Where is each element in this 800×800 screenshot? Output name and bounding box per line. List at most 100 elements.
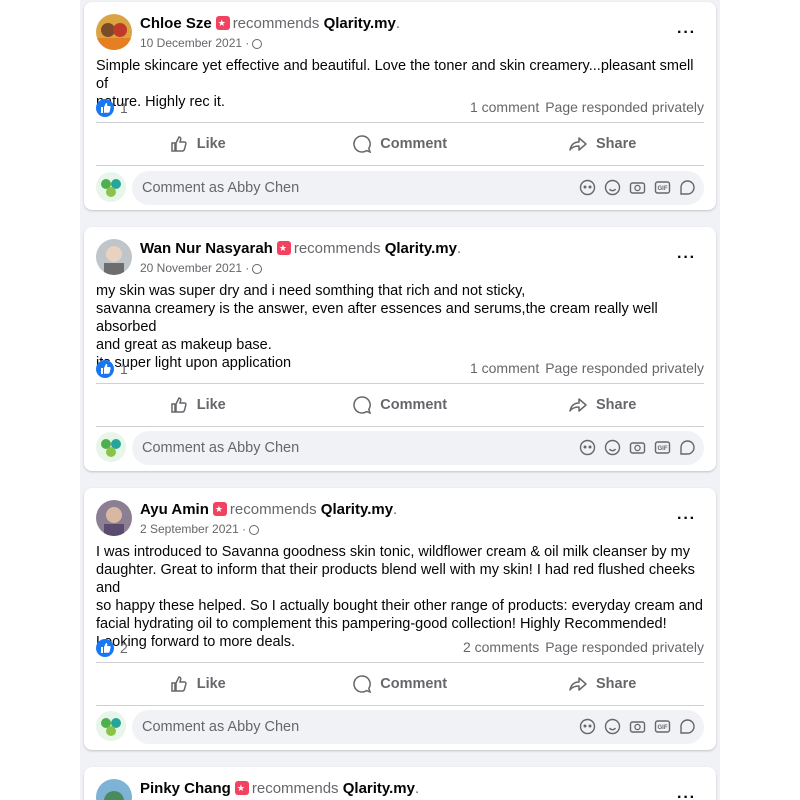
share-button[interactable]: Share	[501, 123, 703, 165]
avatar-sticker-icon[interactable]	[579, 439, 596, 456]
reviews-feed: Chloe Szerecommends Qlarity.my. 10 Decem…	[80, 0, 720, 800]
recommend-icon	[276, 241, 291, 255]
camera-icon[interactable]	[629, 179, 646, 196]
post-actions: Like Comment Share	[96, 122, 704, 166]
recommend-icon	[215, 16, 230, 30]
globe-icon	[252, 264, 263, 274]
more-options-icon[interactable]: ···	[677, 249, 696, 267]
comment-button[interactable]: Comment	[298, 123, 500, 165]
like-reaction-icon[interactable]	[96, 99, 114, 117]
author-line: Wan Nur Nasyarahrecommends Qlarity.my.	[140, 240, 461, 257]
like-button[interactable]: Like	[96, 663, 298, 705]
comment-input[interactable]: Comment as Abby Chen GIF	[132, 431, 704, 465]
page-name-link[interactable]: Qlarity.my	[324, 15, 396, 32]
svg-text:GIF: GIF	[658, 186, 668, 192]
gif-icon[interactable]: GIF	[654, 439, 671, 456]
avatar[interactable]	[96, 239, 132, 275]
more-options-icon[interactable]: ···	[677, 24, 696, 42]
author-name[interactable]: Pinky Chang	[140, 780, 231, 797]
thumbs-up-icon	[170, 397, 187, 413]
post-header: Chloe Szerecommends Qlarity.my. 10 Decem…	[96, 14, 704, 54]
like-count[interactable]: 2	[120, 640, 128, 656]
globe-icon	[249, 525, 260, 535]
like-reaction-icon[interactable]	[96, 360, 114, 378]
share-button[interactable]: Share	[501, 663, 703, 705]
sticker-icon[interactable]	[679, 439, 696, 456]
more-options-icon[interactable]: ···	[677, 510, 696, 528]
responded-status: Page responded privately	[545, 360, 704, 376]
comment-button[interactable]: Comment	[298, 384, 500, 426]
comment-count[interactable]: 1 comment	[470, 360, 539, 376]
comment-button[interactable]: Comment	[298, 663, 500, 705]
emoji-icon[interactable]	[604, 179, 621, 196]
sticker-icon[interactable]	[679, 179, 696, 196]
like-reaction-icon[interactable]	[96, 639, 114, 657]
like-count[interactable]: 1	[120, 361, 128, 377]
gif-icon[interactable]: GIF	[654, 179, 671, 196]
camera-icon[interactable]	[629, 718, 646, 735]
comment-input[interactable]: Comment as Abby Chen GIF	[132, 710, 704, 744]
post-body: I was introduced to Savanna goodness ski…	[96, 544, 703, 650]
post-header: Ayu Aminrecommends Qlarity.my. 2 Septemb…	[96, 500, 704, 540]
my-avatar[interactable]	[96, 432, 126, 462]
post-actions: Like Comment Share	[96, 662, 704, 706]
author-line: Ayu Aminrecommends Qlarity.my.	[140, 501, 397, 518]
post-date[interactable]: 20 November 2021 ·	[140, 261, 263, 275]
sticker-icon[interactable]	[679, 718, 696, 735]
svg-text:GIF: GIF	[658, 446, 668, 452]
comment-count[interactable]: 1 comment	[470, 99, 539, 115]
review-post: Wan Nur Nasyarahrecommends Qlarity.my. 2…	[84, 227, 716, 471]
comment-icon	[353, 396, 372, 415]
like-count[interactable]: 1	[120, 100, 128, 116]
comment-composer: Comment as Abby Chen GIF	[96, 710, 704, 744]
my-avatar[interactable]	[96, 172, 126, 202]
post-header: Pinky Changrecommends Qlarity.my. ···	[96, 779, 704, 800]
recommends-text: recommends	[251, 780, 339, 797]
post-body: my skin was super dry and i need somthin…	[96, 283, 658, 371]
page-name-link[interactable]: Qlarity.my	[321, 501, 393, 518]
comment-icon	[353, 135, 372, 154]
share-icon	[569, 677, 587, 691]
emoji-icon[interactable]	[604, 718, 621, 735]
post-header: Wan Nur Nasyarahrecommends Qlarity.my. 2…	[96, 239, 704, 279]
author-line: Chloe Szerecommends Qlarity.my.	[140, 15, 400, 32]
thumbs-up-icon	[170, 676, 187, 692]
thumbs-up-icon	[170, 136, 187, 152]
comment-count[interactable]: 2 comments	[463, 639, 539, 655]
avatar[interactable]	[96, 779, 132, 800]
avatar-sticker-icon[interactable]	[579, 179, 596, 196]
recommends-text: recommends	[232, 15, 320, 32]
recommends-text: recommends	[229, 501, 317, 518]
author-name[interactable]: Ayu Amin	[140, 501, 209, 518]
page-name-link[interactable]: Qlarity.my	[343, 780, 415, 797]
avatar-sticker-icon[interactable]	[579, 718, 596, 735]
recommend-icon	[212, 502, 227, 516]
responded-status: Page responded privately	[545, 99, 704, 115]
camera-icon[interactable]	[629, 439, 646, 456]
like-button[interactable]: Like	[96, 384, 298, 426]
gif-icon[interactable]: GIF	[654, 718, 671, 735]
avatar[interactable]	[96, 500, 132, 536]
my-avatar[interactable]	[96, 711, 126, 741]
svg-text:GIF: GIF	[658, 725, 668, 731]
comment-icon	[353, 675, 372, 694]
emoji-icon[interactable]	[604, 439, 621, 456]
post-date[interactable]: 2 September 2021 ·	[140, 522, 260, 536]
share-icon	[569, 398, 587, 412]
comment-composer: Comment as Abby Chen GIF	[96, 431, 704, 465]
author-name[interactable]: Chloe Sze	[140, 15, 212, 32]
like-button[interactable]: Like	[96, 123, 298, 165]
review-post: Pinky Changrecommends Qlarity.my. ···	[84, 767, 716, 800]
post-actions: Like Comment Share	[96, 383, 704, 427]
post-stats: 1 1 comment Page responded privately	[96, 99, 704, 119]
post-date[interactable]: 10 December 2021 ·	[140, 36, 263, 50]
responded-status: Page responded privately	[545, 639, 704, 655]
author-name[interactable]: Wan Nur Nasyarah	[140, 240, 273, 257]
avatar[interactable]	[96, 14, 132, 50]
recommend-icon	[234, 781, 249, 795]
share-button[interactable]: Share	[501, 384, 703, 426]
page-name-link[interactable]: Qlarity.my	[385, 240, 457, 257]
post-stats: 2 2 comments Page responded privately	[96, 639, 704, 659]
comment-input[interactable]: Comment as Abby Chen GIF	[132, 171, 704, 205]
more-options-icon[interactable]: ···	[677, 789, 696, 800]
